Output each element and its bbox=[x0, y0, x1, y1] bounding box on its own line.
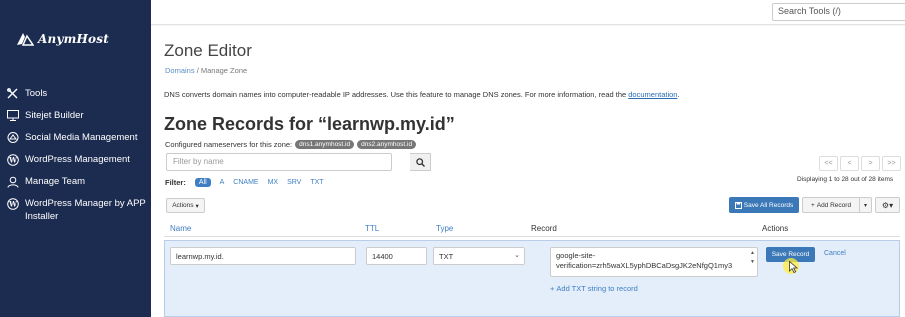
record-edit-row: learnwp.my.id. 14400 TXT ⌄ google-site- … bbox=[164, 240, 900, 317]
user-icon bbox=[6, 175, 19, 188]
logo-mark-icon bbox=[17, 33, 34, 46]
filter-by-name-input[interactable]: Filter by name bbox=[166, 153, 392, 171]
column-header-ttl[interactable]: TTL bbox=[365, 224, 379, 233]
intro-end: . bbox=[677, 90, 680, 99]
add-record-dropdown-toggle[interactable]: ▾ bbox=[860, 197, 872, 213]
sidebar-item-label: WordPress Management bbox=[25, 154, 130, 165]
sidebar-item-wordpress-management[interactable]: W WordPress Management bbox=[6, 153, 148, 166]
floppy-disk-icon bbox=[734, 201, 742, 209]
last-page-button[interactable]: >> bbox=[882, 156, 901, 171]
save-all-records-button[interactable]: Save All Records bbox=[729, 197, 799, 213]
sidebar-item-label: Manage Team bbox=[25, 176, 86, 187]
settings-dropdown-button[interactable]: ⚙▾ bbox=[875, 197, 900, 213]
documentation-link[interactable]: documentation bbox=[628, 90, 677, 99]
pagination: << < > >> bbox=[819, 156, 901, 171]
filter-chip-cname[interactable]: CNAME bbox=[233, 179, 258, 186]
filter-chip-mx[interactable]: MX bbox=[268, 179, 279, 186]
wordpress-icon: W bbox=[6, 153, 19, 166]
nameservers-line: Configured nameservers for this zone: dn… bbox=[165, 140, 417, 149]
sidebar-item-social-media[interactable]: Social Media Management bbox=[6, 131, 148, 144]
sidebar-item-sitejet-builder[interactable]: Sitejet Builder bbox=[6, 109, 148, 122]
intro-body: DNS converts domain names into computer-… bbox=[164, 90, 629, 99]
search-icon bbox=[415, 157, 425, 167]
search-tools-input[interactable]: Search Tools (/) bbox=[772, 3, 905, 21]
megaphone-icon bbox=[6, 131, 19, 144]
zone-records-title: Zone Records for “learnwp.my.id” bbox=[164, 114, 455, 134]
record-value-line: google-site- bbox=[556, 251, 596, 260]
mouse-cursor-icon bbox=[789, 261, 798, 273]
record-type-value: TXT bbox=[439, 252, 454, 261]
add-record-label: Add Record bbox=[816, 201, 852, 209]
top-bar: Search Tools (/) bbox=[151, 0, 905, 25]
filter-search-button[interactable] bbox=[410, 153, 431, 171]
plus-icon: + bbox=[810, 201, 815, 209]
caret-down-icon: ▾ bbox=[195, 202, 199, 210]
sidebar-item-label: Social Media Management bbox=[25, 132, 138, 143]
brand-name: AnymHost bbox=[38, 32, 109, 46]
textarea-scrollbar[interactable]: ▲ ▼ bbox=[749, 249, 756, 267]
record-value-line: ... bbox=[556, 270, 563, 277]
save-all-records-label: Save All Records bbox=[743, 201, 794, 209]
sidebar-item-label: Sitejet Builder bbox=[25, 110, 84, 121]
sidebar-item-tools[interactable]: Tools bbox=[6, 87, 148, 100]
caret-down-icon: ▾ bbox=[863, 202, 867, 209]
prev-page-button[interactable]: < bbox=[840, 156, 859, 171]
table-header-divider bbox=[164, 236, 900, 237]
nameserver-badge: dns1.anymhost.id bbox=[295, 140, 355, 149]
chevron-down-icon: ⌄ bbox=[514, 252, 520, 259]
sidebar-item-label: WordPress Manager by APP Installer bbox=[25, 198, 146, 222]
record-ttl-field[interactable]: 14400 bbox=[366, 247, 427, 265]
brand-logo[interactable]: AnymHost bbox=[16, 32, 109, 46]
add-txt-string-label: Add TXT string to record bbox=[556, 284, 638, 293]
record-name-field[interactable]: learnwp.my.id. bbox=[170, 247, 356, 265]
gear-icon: ⚙▾ bbox=[881, 200, 894, 210]
record-value-textarea[interactable]: google-site- verification=zrh5waXL5yphDB… bbox=[550, 247, 758, 277]
svg-text:W: W bbox=[8, 199, 17, 208]
sidebar-item-label: Tools bbox=[25, 88, 48, 99]
filter-chip-srv[interactable]: SRV bbox=[287, 179, 301, 186]
main-content: Zone Editor Domains / Manage Zone DNS co… bbox=[151, 26, 905, 317]
filter-chip-txt[interactable]: TXT bbox=[310, 179, 323, 186]
breadcrumb: Domains / Manage Zone bbox=[165, 66, 247, 75]
record-value-line: verification=zrh5waXL5yphDBCaDsgJK2eNfgQ… bbox=[556, 260, 733, 270]
svg-text:W: W bbox=[8, 155, 17, 164]
column-header-type[interactable]: Type bbox=[436, 224, 453, 233]
next-page-button[interactable]: > bbox=[861, 156, 880, 171]
sidebar-nav: Tools Sitejet Builder Social Media Manag… bbox=[6, 87, 148, 232]
sidebar-item-manage-team[interactable]: Manage Team bbox=[6, 175, 148, 188]
column-header-actions: Actions bbox=[762, 224, 789, 233]
column-header-record: Record bbox=[531, 224, 557, 233]
type-filter-row: Filter: All A CNAME MX SRV TXT bbox=[165, 178, 324, 187]
first-page-button[interactable]: << bbox=[819, 156, 838, 171]
monitor-icon bbox=[6, 109, 19, 122]
breadcrumb-current: Manage Zone bbox=[200, 66, 248, 75]
nameservers-label: Configured nameservers for this zone: bbox=[165, 140, 293, 149]
sidebar-item-wordpress-manager[interactable]: W WordPress Manager by APP Installer bbox=[6, 197, 148, 223]
nameserver-badge: dns2.anymhost.id bbox=[357, 140, 417, 149]
tools-icon bbox=[6, 87, 19, 100]
actions-dropdown-button[interactable]: Actions ▾ bbox=[166, 198, 205, 213]
wordpress-icon: W bbox=[6, 197, 19, 210]
sidebar: AnymHost Tools Sitejet Builder Social Me… bbox=[0, 0, 151, 317]
add-txt-string-link[interactable]: + Add TXT string to record bbox=[550, 284, 638, 293]
record-type-select[interactable]: TXT ⌄ bbox=[433, 247, 525, 265]
filter-label: Filter: bbox=[165, 178, 186, 187]
breadcrumb-domains-link[interactable]: Domains bbox=[165, 66, 195, 75]
column-header-name[interactable]: Name bbox=[170, 224, 191, 233]
intro-text: DNS converts domain names into computer-… bbox=[164, 90, 680, 99]
plus-icon: + bbox=[550, 284, 555, 293]
pagination-status: Displaying 1 to 28 out of 28 items bbox=[797, 176, 894, 183]
filter-chip-a[interactable]: A bbox=[220, 179, 225, 186]
breadcrumb-separator: / bbox=[196, 66, 199, 75]
add-record-button[interactable]: + Add Record bbox=[802, 197, 860, 213]
filter-chip-all[interactable]: All bbox=[194, 178, 211, 187]
page-title: Zone Editor bbox=[164, 41, 252, 60]
cancel-link[interactable]: Cancel bbox=[824, 250, 846, 257]
actions-label: Actions bbox=[172, 202, 194, 209]
